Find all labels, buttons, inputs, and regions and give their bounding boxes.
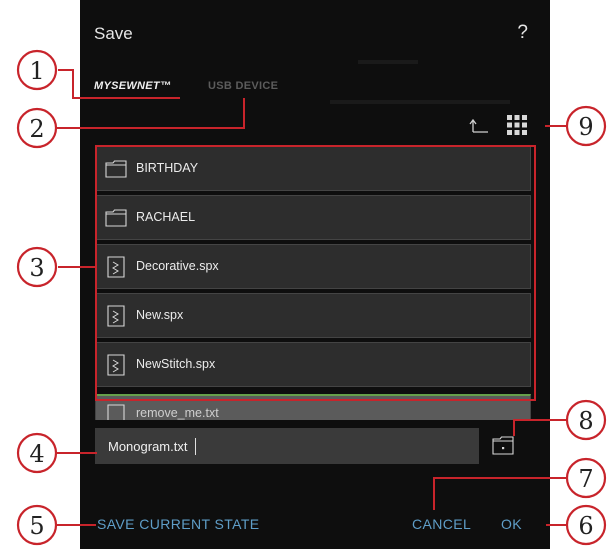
callout-number-3: 3 xyxy=(29,254,44,282)
callout-leader-2 xyxy=(57,98,245,129)
callout-overlay: 1 2 3 4 5 6 7 8 9 xyxy=(16,49,607,546)
callout-number-4: 4 xyxy=(29,440,44,468)
callout-number-8: 8 xyxy=(578,407,593,435)
callout-leader-1 xyxy=(58,69,180,99)
callout-number-1: 1 xyxy=(29,57,44,85)
callout-leader-7 xyxy=(433,477,567,510)
callout-number-2: 2 xyxy=(29,115,44,143)
file-list-highlight xyxy=(95,145,536,401)
callout-number-9: 9 xyxy=(578,113,593,141)
callout-number-7: 7 xyxy=(578,465,593,493)
callout-number-5: 5 xyxy=(29,512,44,540)
callout-leader-8 xyxy=(513,419,566,436)
callout-number-6: 6 xyxy=(578,512,593,540)
